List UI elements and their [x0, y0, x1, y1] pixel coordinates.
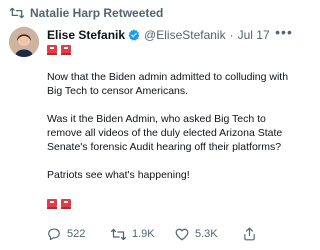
like-icon [175, 228, 189, 241]
tweet-emoji-flags [47, 199, 71, 209]
retweet-icon [10, 7, 24, 19]
flag-emoji-icon [61, 199, 71, 209]
retweet-context: Natalie Harp Retweeted [10, 5, 163, 21]
like-count: 5.3K [195, 228, 218, 240]
tweet-body: Now that the Biden admin admitted to col… [47, 70, 295, 196]
reply-icon [47, 227, 61, 241]
retweet-button[interactable]: 1.9K [111, 228, 175, 241]
flag-emoji-icon [47, 199, 57, 209]
tweet-header: Elise Stefanik @EliseStefanik · Jul 17 [47, 27, 270, 43]
retweet-context-text[interactable]: Natalie Harp Retweeted [30, 6, 163, 20]
tweet-paragraph: Patriots see what's happening! [47, 169, 190, 181]
verified-badge-icon [128, 29, 140, 41]
tweet-paragraph: Now that the Biden admin admitted to col… [47, 71, 289, 97]
author-name[interactable]: Elise Stefanik [47, 27, 125, 43]
flag-emoji-icon [61, 45, 71, 55]
tweet-date[interactable]: Jul 17 [238, 27, 270, 43]
reply-count: 522 [67, 228, 86, 240]
like-button[interactable]: 5.3K [175, 228, 243, 241]
avatar[interactable] [9, 27, 39, 57]
retweet-action-icon [111, 228, 126, 241]
author-handle[interactable]: @EliseStefanik [144, 27, 226, 43]
share-icon [243, 227, 256, 241]
more-icon[interactable]: ••• [274, 24, 294, 40]
name-emoji-flags [47, 45, 71, 55]
retweet-count: 1.9K [132, 228, 155, 240]
share-button[interactable] [243, 227, 273, 241]
tweet-actions: 522 1.9K 5.3K [47, 226, 287, 242]
header-separator: · [229, 28, 234, 42]
reply-button[interactable]: 522 [47, 227, 111, 241]
flag-emoji-icon [47, 45, 57, 55]
tweet-card[interactable]: Natalie Harp Retweeted Elise Stefanik @E… [0, 0, 300, 250]
tweet-paragraph: Was it the Biden Admin, who asked Big Te… [47, 113, 283, 153]
